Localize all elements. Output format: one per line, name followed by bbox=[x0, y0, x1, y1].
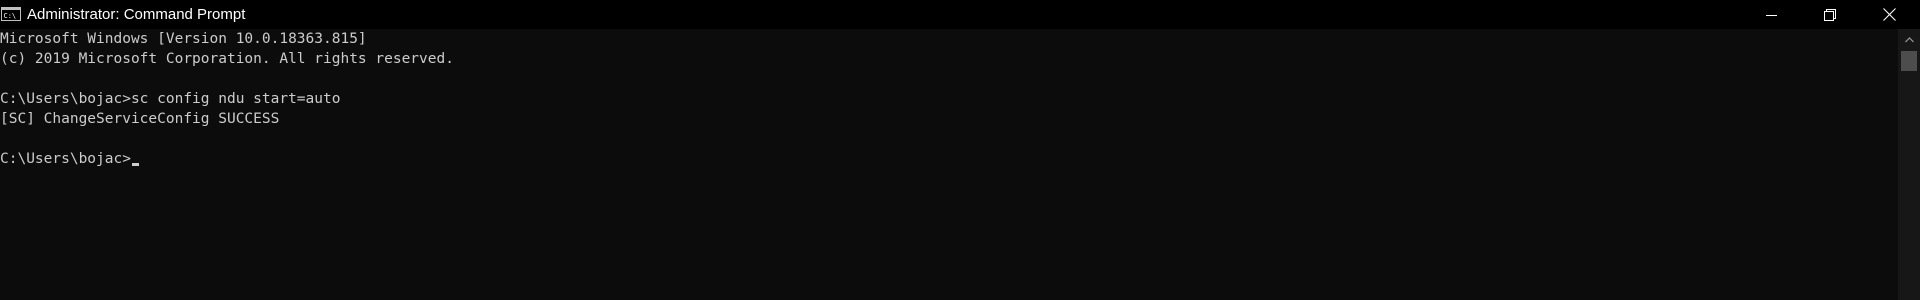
minimize-icon bbox=[1766, 9, 1778, 21]
console-prompt-line[interactable]: C:\Users\bojac> bbox=[0, 149, 139, 169]
console-line-result: [SC] ChangeServiceConfig SUCCESS bbox=[0, 111, 280, 127]
text-cursor bbox=[131, 163, 139, 166]
title-bar[interactable]: C:\ Administrator: Command Prompt bbox=[0, 0, 1920, 29]
close-icon bbox=[1883, 8, 1896, 21]
console-line-copyright: (c) 2019 Microsoft Corporation. All righ… bbox=[0, 51, 454, 67]
cmd-app-icon[interactable]: C:\ bbox=[1, 7, 21, 21]
console-line-command: C:\Users\bojac>sc config ndu start=auto bbox=[0, 91, 341, 107]
scrollbar-thumb[interactable] bbox=[1901, 51, 1917, 71]
svg-text:C:\: C:\ bbox=[4, 12, 17, 20]
minimize-button[interactable] bbox=[1743, 0, 1801, 29]
window-title: Administrator: Command Prompt bbox=[27, 6, 246, 23]
console-line-version: Microsoft Windows [Version 10.0.18363.81… bbox=[0, 31, 367, 47]
chevron-up-icon bbox=[1904, 30, 1914, 48]
restore-icon bbox=[1824, 8, 1836, 21]
console-prompt: C:\Users\bojac> bbox=[0, 151, 131, 167]
vertical-scrollbar[interactable] bbox=[1898, 29, 1920, 300]
scroll-up-button[interactable] bbox=[1898, 29, 1920, 49]
restore-button[interactable] bbox=[1801, 0, 1859, 29]
close-button[interactable] bbox=[1859, 0, 1920, 29]
console-output[interactable]: Microsoft Windows [Version 10.0.18363.81… bbox=[0, 29, 1898, 300]
command-prompt-window: C:\ Administrator: Command Prompt Micros… bbox=[0, 0, 1920, 300]
